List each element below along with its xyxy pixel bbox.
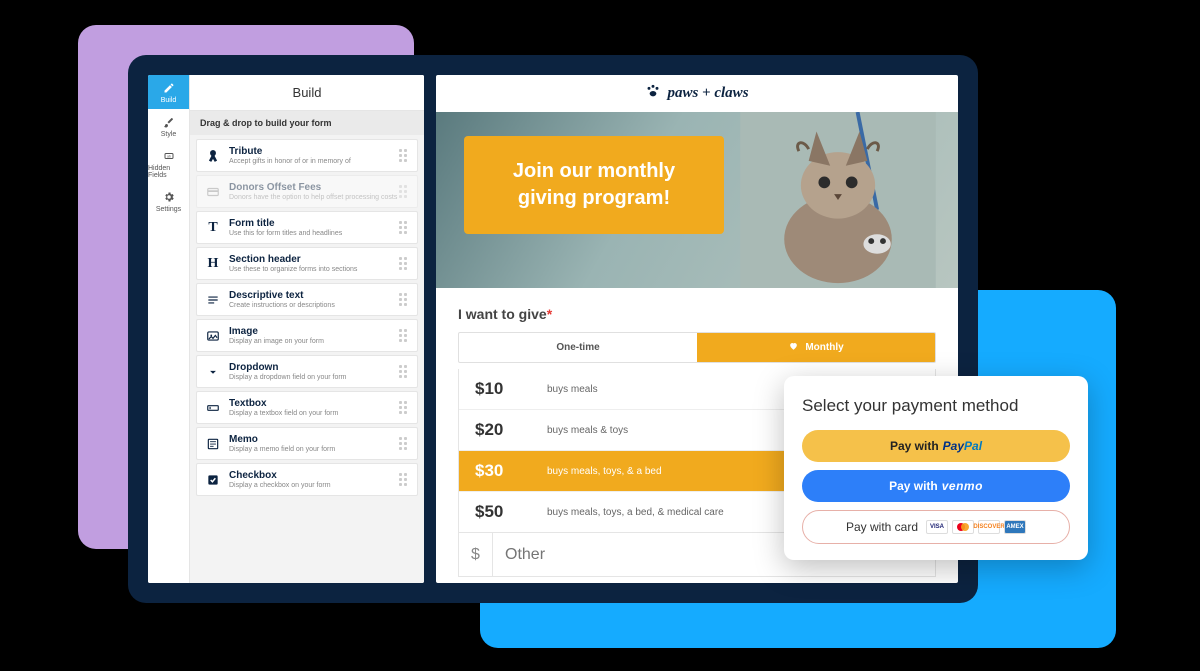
heart-icon <box>788 341 799 354</box>
tool-memo[interactable]: MemoDisplay a memo field on your form <box>196 427 418 460</box>
drag-grip-icon <box>399 149 409 163</box>
drag-grip-icon <box>399 365 409 379</box>
builder-hint: Drag & drop to build your form <box>190 111 424 135</box>
ribbon-icon <box>205 148 221 164</box>
tool-section[interactable]: HSection headerUse these to organize for… <box>196 247 418 280</box>
card-brand-mc <box>952 520 974 534</box>
hidden-field-icon: ab <box>162 149 176 163</box>
card-brand-amex: AMEX <box>1004 520 1026 534</box>
give-label: I want to give* <box>458 306 936 322</box>
card-icon <box>205 184 221 200</box>
pay-with-card-button[interactable]: Pay with card VISADISCOVERAMEX <box>802 510 1070 544</box>
drag-grip-icon <box>399 293 409 307</box>
tool-list: TributeAccept gifts in honor of or in me… <box>190 135 424 583</box>
checkbox-icon <box>205 472 221 488</box>
vtab-style[interactable]: Style <box>148 109 189 143</box>
gear-icon <box>162 190 176 204</box>
drag-grip-icon <box>399 221 409 235</box>
title-t-icon: T <box>205 220 221 236</box>
svg-text:ab: ab <box>167 155 171 159</box>
frequency-toggle: One-time Monthly <box>458 332 936 363</box>
card-brand-icons: VISA DISCOVER AMEX <box>926 520 1026 534</box>
tool-tribute[interactable]: TributeAccept gifts in honor of or in me… <box>196 139 418 172</box>
brand-text: paws + claws <box>667 85 748 102</box>
hero-image: Join our monthly giving program! <box>436 112 958 288</box>
memo-icon <box>205 436 221 452</box>
drag-grip-icon <box>399 473 409 487</box>
textbox-icon <box>205 400 221 416</box>
hero-callout: Join our monthly giving program! <box>464 136 724 234</box>
tool-desctext[interactable]: Descriptive textCreate instructions or d… <box>196 283 418 316</box>
pay-with-venmo-button[interactable]: Pay with venmo <box>802 470 1070 502</box>
drag-grip-icon <box>399 329 409 343</box>
vtab-build[interactable]: Build <box>148 75 189 109</box>
title-h-icon: H <box>205 256 221 272</box>
image-icon <box>205 328 221 344</box>
tool-textbox[interactable]: TextboxDisplay a textbox field on your f… <box>196 391 418 424</box>
tool-image[interactable]: ImageDisplay an image on your form <box>196 319 418 352</box>
tool-offset: Donors Offset FeesDonors have the option… <box>196 175 418 208</box>
tool-checkbox[interactable]: CheckboxDisplay a checkbox on your form <box>196 463 418 496</box>
drag-grip-icon <box>399 401 409 415</box>
vtab-hidden[interactable]: abHidden Fields <box>148 143 189 184</box>
frequency-monthly[interactable]: Monthly <box>697 333 935 362</box>
builder-vertical-tabs: BuildStyleabHidden FieldsSettings <box>148 75 190 583</box>
builder-panel: BuildStyleabHidden FieldsSettings Build … <box>148 75 424 583</box>
pencil-icon <box>162 81 176 95</box>
lines-icon <box>205 292 221 308</box>
card-brand-discover: DISCOVER <box>978 520 1000 534</box>
tool-formtitle[interactable]: TForm titleUse this for form titles and … <box>196 211 418 244</box>
org-brand: paws + claws <box>436 75 958 112</box>
drag-grip-icon <box>399 185 409 199</box>
builder-header: Build <box>190 75 424 111</box>
card-brand-visa: VISA <box>926 520 948 534</box>
pay-with-paypal-button[interactable]: Pay with PayPal <box>802 430 1070 462</box>
chevron-down-icon <box>205 364 221 380</box>
frequency-onetime[interactable]: One-time <box>459 333 697 362</box>
payment-method-popup: Select your payment method Pay with PayP… <box>784 376 1088 560</box>
vtab-settings[interactable]: Settings <box>148 184 189 218</box>
drag-grip-icon <box>399 257 409 271</box>
payment-popup-title: Select your payment method <box>802 396 1070 416</box>
drag-grip-icon <box>399 437 409 451</box>
paw-icon <box>645 83 661 104</box>
cat-illustration <box>718 112 958 288</box>
tool-dropdown[interactable]: DropdownDisplay a dropdown field on your… <box>196 355 418 388</box>
brush-icon <box>162 115 176 129</box>
currency-symbol: $ <box>459 533 493 576</box>
